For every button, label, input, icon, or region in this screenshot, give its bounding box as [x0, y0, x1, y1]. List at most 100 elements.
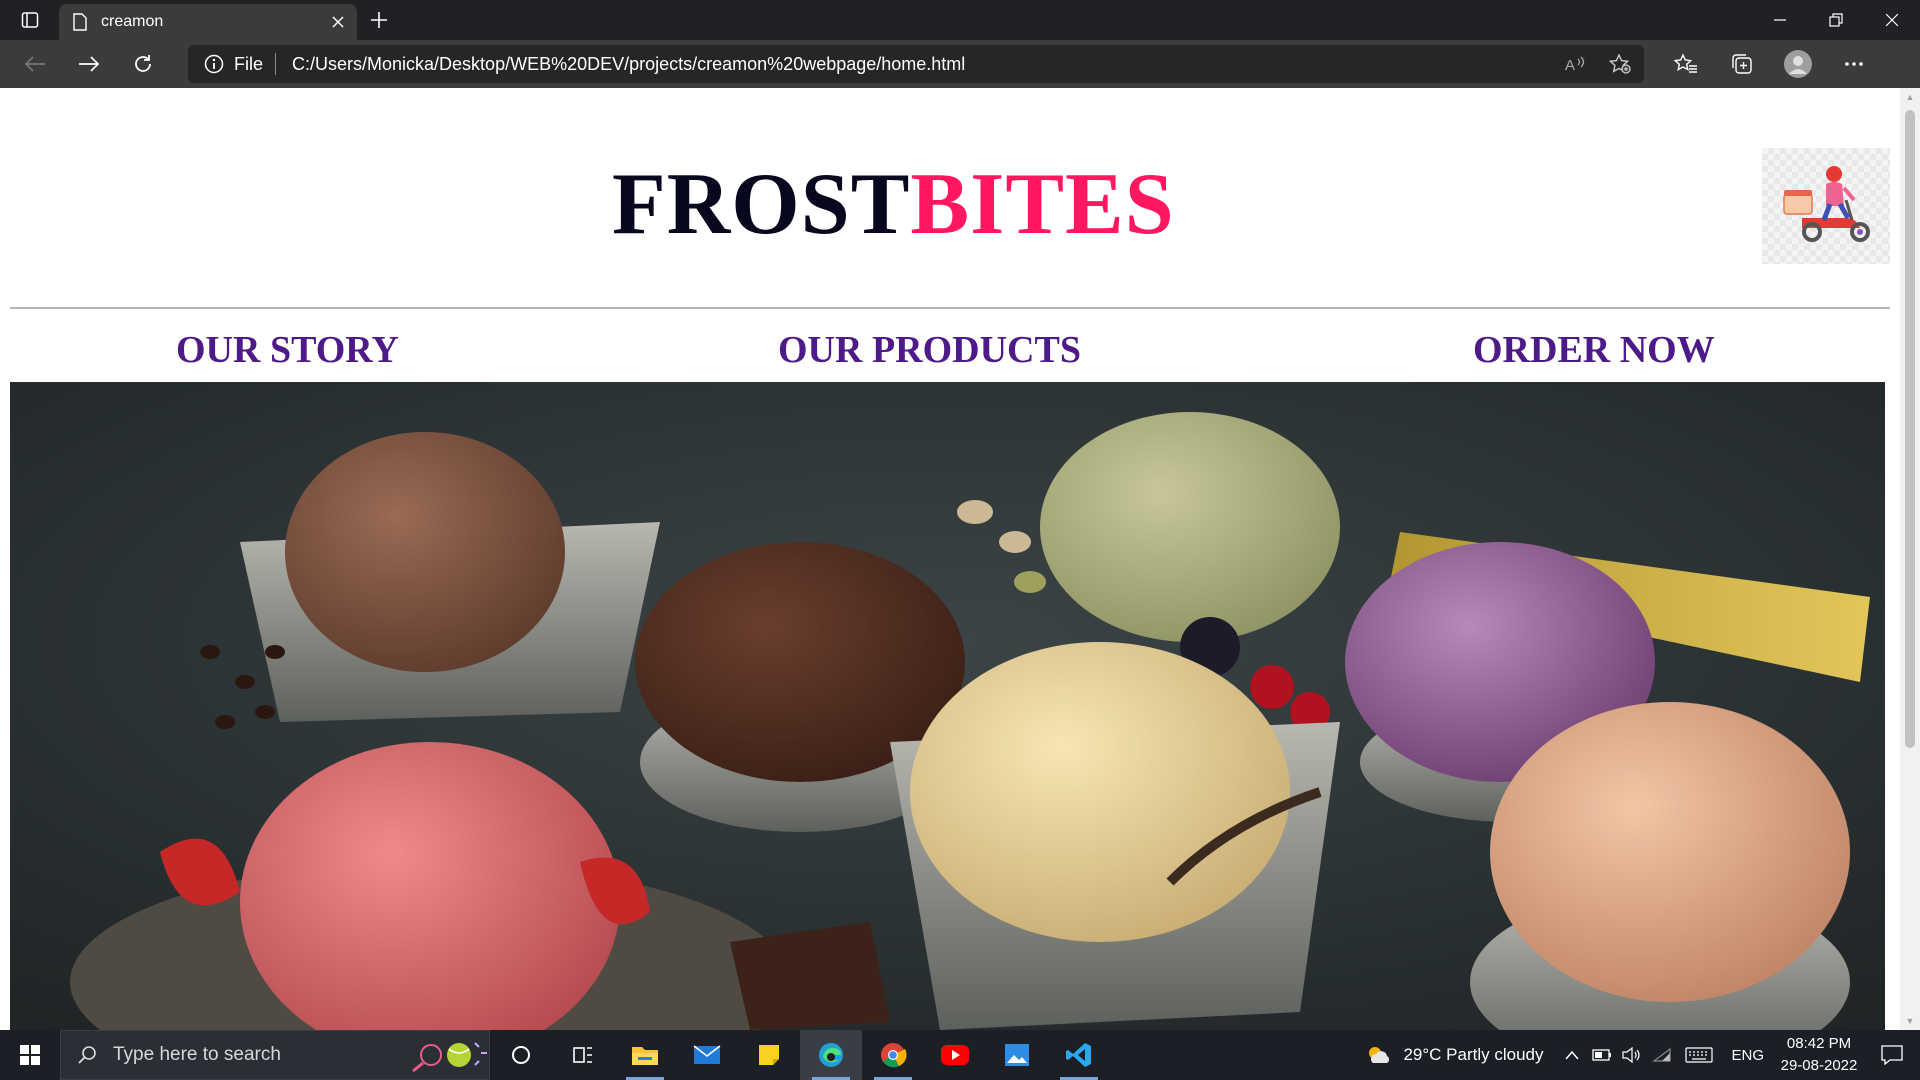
windows-taskbar: Type here to search 29°C Partly cloudy E…: [0, 1030, 1920, 1080]
reload-button[interactable]: [116, 40, 170, 88]
cortana-button[interactable]: [490, 1030, 552, 1080]
tab-title: creamon: [101, 13, 164, 30]
mail-button[interactable]: [676, 1030, 738, 1080]
address-bar[interactable]: File C:/Users/Monicka/Desktop/WEB%20DEV/…: [188, 45, 1644, 83]
arrow-left-icon: [24, 56, 45, 72]
weather-text: 29°C Partly cloudy: [1403, 1045, 1544, 1064]
browser-toolbar: File C:/Users/Monicka/Desktop/WEB%20DEV/…: [0, 40, 1920, 88]
restore-button[interactable]: [1808, 0, 1864, 40]
read-aloud-icon[interactable]: A: [1564, 54, 1586, 74]
input-language[interactable]: ENG: [1721, 1047, 1774, 1064]
sticky-notes-icon: [759, 1045, 779, 1065]
brand-part-bites: BITES: [910, 156, 1175, 253]
nav-order-now[interactable]: ORDER NOW: [1473, 328, 1715, 372]
page-icon: [73, 13, 87, 31]
system-tray: 29°C Partly cloudy ENG 08:42 PM 29-08-20…: [1365, 1030, 1920, 1080]
favorites-icon: [1674, 53, 1697, 73]
browser-title-bar: creamon: [0, 0, 1920, 40]
file-label: File: [234, 53, 264, 74]
reload-icon: [135, 55, 151, 72]
show-hidden-icons-button[interactable]: [1557, 1050, 1587, 1060]
url-text[interactable]: C:/Users/Monicka/Desktop/WEB%20DEV/proje…: [292, 54, 1564, 75]
page-viewport: FROSTBITES OUR STORY OUR PRODUCTS ORDER …: [0, 88, 1920, 1030]
close-window-button[interactable]: [1864, 0, 1920, 40]
forward-button[interactable]: [62, 40, 116, 88]
restore-icon: [1829, 13, 1843, 27]
tab-actions-button[interactable]: [0, 0, 59, 40]
delivery-scooter-image: [1762, 148, 1890, 264]
photos-icon: [1005, 1044, 1029, 1066]
more-icon: [1845, 62, 1863, 66]
profile-button[interactable]: [1770, 40, 1826, 88]
youtube-button[interactable]: [924, 1030, 986, 1080]
youtube-icon: [941, 1045, 969, 1065]
battery-icon: [1592, 1049, 1612, 1061]
site-info-button[interactable]: File: [204, 53, 277, 75]
cortana-icon: [512, 1046, 530, 1064]
svg-text:A: A: [1565, 57, 1575, 74]
minimize-icon: [1774, 19, 1786, 21]
minimize-button[interactable]: [1752, 0, 1808, 40]
scroll-down-icon[interactable]: ▼: [1905, 1016, 1915, 1026]
scrollbar-thumb[interactable]: [1905, 110, 1915, 748]
battery-button[interactable]: [1587, 1049, 1617, 1061]
close-icon: [1885, 13, 1899, 27]
touch-keyboard-button[interactable]: [1677, 1047, 1721, 1063]
ice-cream-scoops-illustration: [10, 382, 1885, 1030]
collections-icon: [1732, 54, 1752, 74]
brand-part-frost: FROST: [612, 156, 911, 253]
back-button[interactable]: [8, 40, 62, 88]
favorites-button[interactable]: [1658, 40, 1714, 88]
search-highlight-icon: [412, 1042, 487, 1073]
hero-ice-cream-image: [10, 382, 1885, 1030]
notifications-button[interactable]: [1864, 1045, 1920, 1065]
keyboard-icon: [1685, 1047, 1714, 1063]
chrome-icon: [881, 1043, 907, 1068]
search-icon: [78, 1046, 96, 1064]
task-view-button[interactable]: [552, 1030, 614, 1080]
folder-icon: [632, 1047, 658, 1065]
close-tab-icon[interactable]: [331, 15, 345, 29]
header-divider: [10, 307, 1890, 309]
plus-icon: [371, 12, 387, 28]
arrow-right-icon: [79, 56, 100, 72]
start-button[interactable]: [0, 1030, 60, 1080]
delivery-scooter-icon: [1783, 166, 1870, 242]
task-view-icon: [573, 1047, 592, 1063]
edge-icon: [819, 1043, 843, 1067]
volume-icon: [1622, 1047, 1641, 1063]
weather-widget[interactable]: 29°C Partly cloudy: [1365, 1043, 1557, 1067]
file-explorer-button[interactable]: [614, 1030, 676, 1080]
nav-our-products[interactable]: OUR PRODUCTS: [778, 328, 1081, 372]
vertical-scrollbar[interactable]: ▲ ▼: [1900, 88, 1920, 1030]
info-icon: [204, 54, 224, 74]
collections-button[interactable]: [1714, 40, 1770, 88]
clock-time: 08:42 PM: [1786, 1035, 1852, 1052]
clock-date: 29-08-2022: [1780, 1057, 1858, 1074]
sticky-notes-button[interactable]: [738, 1030, 800, 1080]
volume-button[interactable]: [1617, 1047, 1647, 1063]
partly-cloudy-icon: [1369, 1047, 1390, 1063]
settings-menu-button[interactable]: [1826, 40, 1882, 88]
browser-tab[interactable]: creamon: [59, 4, 357, 40]
vscode-icon: [1066, 1043, 1091, 1067]
notification-icon: [1881, 1045, 1903, 1065]
network-button[interactable]: [1647, 1047, 1677, 1063]
taskbar-search-box[interactable]: Type here to search: [60, 1030, 490, 1080]
add-favorite-icon[interactable]: [1608, 53, 1632, 75]
mail-icon: [693, 1045, 721, 1064]
chrome-button[interactable]: [862, 1030, 924, 1080]
edge-browser-button[interactable]: [800, 1030, 862, 1080]
windows-logo-icon: [20, 1045, 40, 1065]
scroll-up-icon[interactable]: ▲: [1905, 92, 1915, 102]
tab-actions-icon: [21, 12, 38, 28]
new-tab-button[interactable]: [357, 0, 401, 40]
nav-our-story[interactable]: OUR STORY: [176, 328, 399, 372]
brand-logo: FROSTBITES: [612, 154, 1175, 255]
search-placeholder: Type here to search: [113, 1044, 281, 1065]
photos-button[interactable]: [986, 1030, 1048, 1080]
avatar-icon: [1784, 50, 1812, 78]
chevron-up-icon: [1565, 1050, 1580, 1060]
vscode-button[interactable]: [1048, 1030, 1110, 1080]
clock[interactable]: 08:42 PM 29-08-2022: [1774, 1033, 1864, 1077]
